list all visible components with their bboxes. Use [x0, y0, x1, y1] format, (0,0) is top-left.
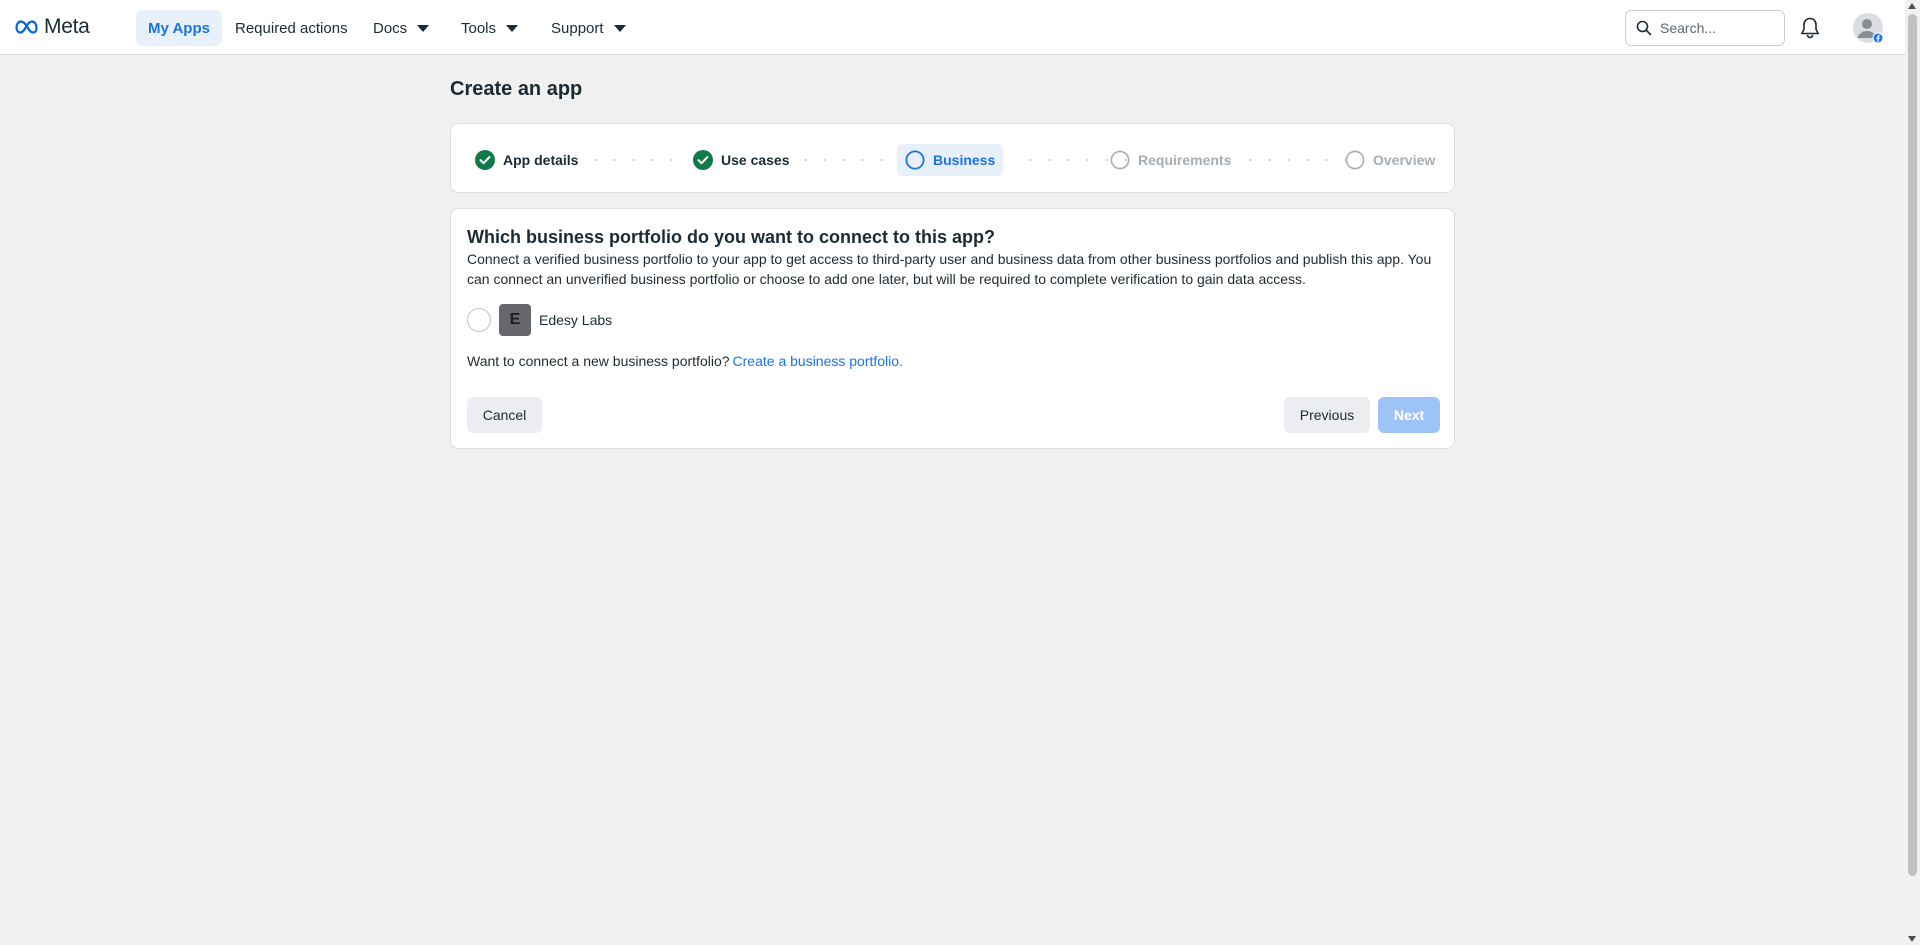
create-portfolio-link[interactable]: Create a business portfolio. [733, 353, 903, 369]
nav-required-actions[interactable]: Required actions [223, 10, 360, 46]
step-overview[interactable]: Overview [1337, 144, 1443, 176]
nav-my-apps-label: My Apps [148, 19, 210, 37]
check-circle-icon [475, 150, 495, 170]
step-connector [586, 159, 681, 161]
cancel-button[interactable]: Cancel [467, 397, 542, 433]
nav-support[interactable]: Support [539, 10, 638, 46]
pending-step-circle-icon [1345, 150, 1365, 170]
next-button[interactable]: Next [1378, 397, 1440, 433]
portfolio-radio[interactable] [467, 308, 491, 332]
step-label: Overview [1373, 152, 1436, 168]
scroll-up-arrow-icon[interactable] [1908, 3, 1916, 9]
nav-docs[interactable]: Docs [361, 10, 441, 46]
page-scrollbar[interactable] [1905, 0, 1920, 945]
stepper: App details Use cases Business Requireme… [450, 123, 1455, 193]
business-question-heading: Which business portfolio do you want to … [467, 227, 995, 247]
step-label: App details [503, 152, 579, 168]
meta-logo[interactable]: Meta [15, 15, 90, 39]
nav-tools[interactable]: Tools [449, 10, 530, 46]
nav-required-actions-label: Required actions [235, 19, 348, 37]
step-use-cases[interactable]: Use cases [685, 144, 798, 176]
step-business[interactable]: Business [897, 144, 1004, 176]
step-label: Business [933, 152, 996, 168]
step-app-details[interactable]: App details [467, 144, 586, 176]
portfolio-name: Edesy Labs [539, 312, 613, 328]
current-step-circle-icon [905, 150, 925, 170]
nav-docs-label: Docs [373, 19, 408, 37]
step-label: Requirements [1138, 152, 1232, 168]
business-portfolio-card: Which business portfolio do you want to … [450, 208, 1455, 449]
step-requirements[interactable]: Requirements [1102, 144, 1239, 176]
business-description: Connect a verified business portfolio to… [467, 251, 1432, 287]
check-circle-icon [693, 150, 713, 170]
nav-my-apps[interactable]: My Apps [136, 10, 222, 46]
search-box[interactable] [1625, 10, 1785, 46]
step-connector [796, 159, 891, 161]
page-title: Create an app [450, 78, 583, 100]
brand-name: Meta [44, 15, 90, 38]
connect-prompt-text: Want to connect a new business portfolio… [467, 353, 730, 369]
scroll-down-arrow-icon[interactable] [1908, 936, 1916, 942]
top-navigation-bar: Meta My Apps Required actions Docs Tools… [0, 0, 1905, 55]
nav-tools-label: Tools [461, 19, 497, 37]
nav-support-label: Support [551, 19, 604, 37]
previous-button[interactable]: Previous [1284, 397, 1370, 433]
portfolio-avatar: E [499, 304, 531, 336]
portfolio-option[interactable]: E Edesy Labs [467, 304, 612, 336]
meta-infinity-icon [15, 20, 38, 34]
caret-down-icon [506, 24, 519, 32]
bell-icon[interactable] [1799, 16, 1821, 40]
scroll-thumb[interactable] [1908, 14, 1917, 876]
create-portfolio-prompt: Want to connect a new business portfolio… [467, 353, 903, 369]
pending-step-circle-icon [1110, 150, 1130, 170]
search-icon [1636, 20, 1652, 36]
profile-avatar-icon[interactable] [1852, 12, 1884, 44]
caret-down-icon [613, 24, 626, 32]
caret-down-icon [417, 24, 430, 32]
step-label: Use cases [721, 152, 790, 168]
search-input[interactable] [1660, 20, 1772, 36]
